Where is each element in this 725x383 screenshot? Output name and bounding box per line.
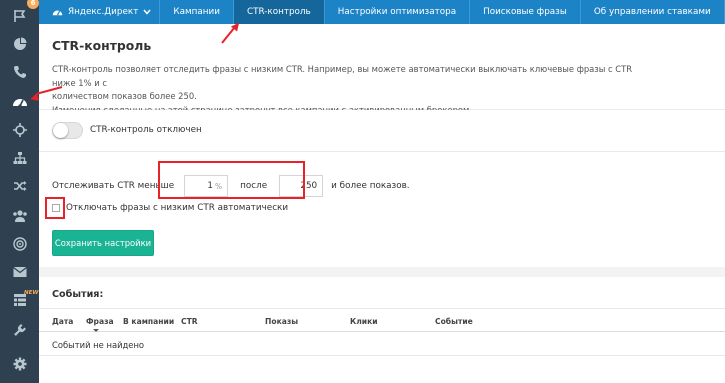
column-header-event[interactable]: Событие — [435, 317, 473, 326]
sidebar-item-messages[interactable] — [0, 256, 39, 287]
sidebar-item-structure[interactable] — [0, 142, 39, 173]
sidebar-item-integrations[interactable] — [0, 314, 39, 345]
column-header-clicks[interactable]: Клики — [350, 317, 378, 326]
top-navigation: Яндекс.Директ Кампании CTR-контроль Наст… — [39, 0, 725, 24]
sidebar-item-flag[interactable]: 6 — [0, 0, 39, 31]
dashboard-icon — [12, 98, 27, 108]
flag-icon — [13, 9, 25, 22]
notification-badge: 6 — [27, 0, 39, 9]
description-line: CTR-контроль позволяет отследить фразы с… — [52, 64, 633, 88]
column-header-campaign[interactable]: В кампании — [123, 317, 174, 326]
sidebar-item-goals[interactable] — [0, 228, 39, 259]
sidebar-item-settings[interactable] — [0, 348, 39, 379]
empty-state-text: Событий не найдено — [52, 340, 145, 350]
brand-label: Яндекс.Директ — [68, 7, 139, 17]
sort-arrow-icon — [93, 329, 99, 332]
views-tail-label: и более показов. — [331, 181, 410, 191]
main-content: CTR-контроль CTR-контроль позволяет отсл… — [39, 24, 725, 383]
sidebar-item-position[interactable] — [0, 114, 39, 145]
track-label: Отслеживать CTR меньше — [52, 181, 175, 191]
envelope-icon — [12, 266, 27, 277]
sidebar-item-rotation[interactable] — [0, 170, 39, 201]
tab-bid-management[interactable]: Об управлении ставками — [581, 0, 725, 24]
divider — [39, 331, 725, 332]
toggle-label: CTR-контроль отключен — [90, 125, 202, 135]
toggle-panel: CTR-контроль отключен — [39, 110, 725, 152]
toggle-knob — [53, 123, 68, 138]
sidebar-item-stats[interactable] — [0, 28, 39, 59]
tab-optimizer-settings[interactable]: Настройки оптимизатора — [325, 0, 471, 24]
events-panel: События: Дата Фраза В кампании CTR Показ… — [39, 277, 725, 383]
tab-ctr-control[interactable]: CTR-контроль — [233, 0, 325, 24]
new-badge: NEW — [24, 290, 39, 296]
sitemap-icon — [13, 151, 26, 164]
chevron-down-icon — [143, 9, 151, 15]
auto-disable-label[interactable]: Отключать фразы с низким CTR автоматичес… — [66, 203, 288, 213]
phone-icon — [13, 65, 26, 78]
column-header-date[interactable]: Дата — [52, 317, 73, 326]
brand-dropdown[interactable]: Яндекс.Директ — [39, 0, 161, 24]
tab-search-phrases[interactable]: Поисковые фразы — [470, 0, 581, 24]
sidebar-item-list[interactable] — [0, 284, 39, 315]
divider — [39, 308, 725, 309]
sidebar-item-users[interactable] — [0, 200, 39, 231]
target-icon — [12, 236, 27, 251]
shuffle-icon — [13, 180, 26, 191]
users-icon — [12, 209, 27, 222]
annotation-box-thresholds — [158, 161, 305, 199]
tab-campaigns[interactable]: Кампании — [160, 0, 234, 24]
auto-disable-row: Отключать фразы с низким CTR автоматичес… — [52, 203, 288, 213]
gear-icon — [13, 357, 26, 370]
ctr-control-toggle[interactable] — [52, 122, 83, 139]
crosshair-icon — [12, 122, 27, 137]
description-line: количеством показов более 250. — [52, 91, 197, 101]
column-header-ctr[interactable]: CTR — [181, 317, 198, 326]
pie-chart-icon — [13, 37, 26, 50]
page-title: CTR-контроль — [52, 38, 152, 53]
settings-form: Отслеживать CTR меньше 1 % после 250 и б… — [39, 152, 725, 267]
annotation-box-checkbox — [45, 197, 65, 219]
events-title: События: — [52, 289, 104, 300]
intro-panel: CTR-контроль CTR-контроль позволяет отсл… — [39, 24, 725, 115]
dashboard-icon — [52, 9, 63, 16]
divider — [39, 355, 725, 356]
column-header-views[interactable]: Показы — [265, 317, 298, 326]
save-settings-button[interactable]: Сохранить настройки — [52, 230, 154, 256]
sidebar: 6 NEW — [0, 0, 39, 383]
plug-icon — [13, 323, 26, 336]
sidebar-item-calls[interactable] — [0, 56, 39, 87]
column-header-phrase[interactable]: Фраза — [86, 317, 114, 326]
page-description: CTR-контроль позволяет отследить фразы с… — [52, 63, 642, 117]
